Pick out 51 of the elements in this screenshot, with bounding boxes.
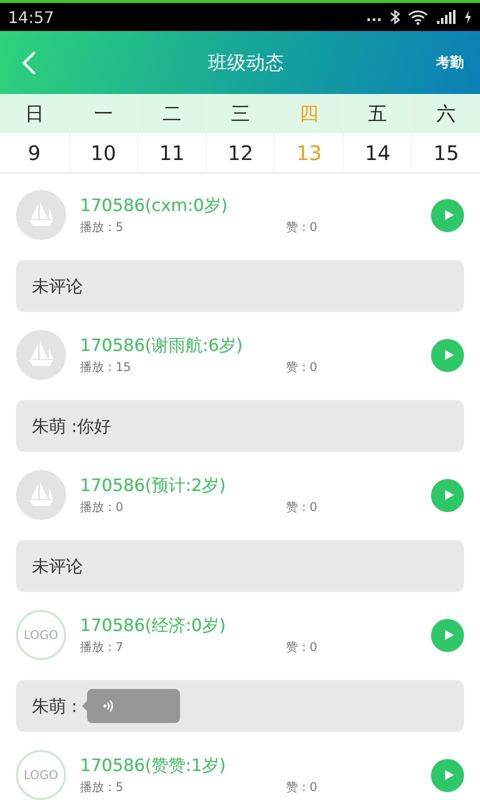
weekday-label[interactable]: 五 <box>342 94 412 133</box>
logo-avatar: LOGO <box>16 750 66 800</box>
comment-text: 未评论 <box>32 276 83 298</box>
ship-avatar-icon <box>16 190 66 240</box>
post-title: 170586(预计:2岁) <box>80 475 227 497</box>
logo-avatar: LOGO <box>16 610 66 660</box>
weekday-label[interactable]: 六 <box>411 94 480 133</box>
ship-avatar-icon <box>16 330 66 380</box>
play-count: 播放 : 15 <box>80 359 132 376</box>
signal-icon <box>436 10 456 24</box>
sound-icon <box>103 699 114 713</box>
post-title: 170586(赞赞:1岁) <box>80 755 227 777</box>
play-button[interactable] <box>431 478 464 512</box>
attendance-button[interactable]: 考勤 <box>436 54 464 72</box>
post-title: 170586(cxm:0岁) <box>80 195 229 217</box>
notification-dots: ... <box>366 10 382 24</box>
play-count: 播放 : 5 <box>80 219 124 236</box>
post-title: 170586(经济:0岁) <box>80 615 227 637</box>
page-title: 班级动态 <box>207 50 285 76</box>
bluetooth-icon <box>390 9 400 25</box>
play-icon <box>444 350 454 360</box>
clock: 14:57 <box>8 8 54 26</box>
back-button[interactable] <box>22 50 36 74</box>
ship-avatar-icon <box>16 470 66 520</box>
charging-icon <box>464 10 472 24</box>
play-button[interactable] <box>431 198 464 232</box>
wifi-icon <box>408 10 428 24</box>
weekday-label[interactable]: 一 <box>68 94 138 133</box>
play-icon <box>444 630 454 640</box>
weekday-label[interactable]: 三 <box>206 94 274 133</box>
comment-text: 朱萌 :你好 <box>32 416 112 438</box>
play-icon <box>444 490 454 500</box>
like-count: 赞 : 0 <box>286 499 318 516</box>
like-count: 赞 : 0 <box>286 359 318 376</box>
play-icon <box>444 210 454 220</box>
weekday-label[interactable]: 二 <box>137 94 206 133</box>
play-button[interactable] <box>431 758 464 792</box>
weekday-label[interactable]: 日 <box>0 94 69 133</box>
play-count: 播放 : 0 <box>80 499 124 516</box>
back-icon <box>22 50 36 74</box>
play-button[interactable] <box>431 338 464 372</box>
like-count: 赞 : 0 <box>286 639 318 656</box>
comment-text: 未评论 <box>32 556 83 578</box>
play-button[interactable] <box>431 618 464 652</box>
play-count: 播放 : 5 <box>80 779 124 796</box>
like-count: 赞 : 0 <box>286 219 318 236</box>
play-count: 播放 : 7 <box>80 639 124 656</box>
commenter-name: 朱萌 : <box>32 696 78 718</box>
like-count: 赞 : 0 <box>286 779 318 796</box>
post-title: 170586(谢雨航:6岁) <box>80 335 244 357</box>
play-icon <box>444 770 454 780</box>
